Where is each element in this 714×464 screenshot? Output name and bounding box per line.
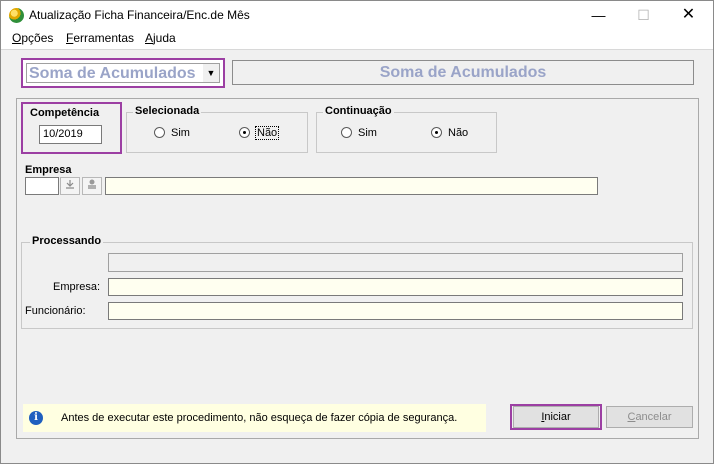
selecionada-nao-label: Não [254,126,280,140]
competencia-value: 10/2019 [43,128,83,140]
continuacao-nao-radio[interactable]: Não [431,127,468,139]
cancelar-button[interactable]: Cancelar [606,406,693,428]
processando-empresa-label: Empresa: [53,281,101,293]
window-title: Atualização Ficha Financeira/Enc.de Mês [29,8,250,22]
procedure-title-box: Soma de Acumulados [232,60,694,85]
radio-off-icon [341,127,352,138]
iniciar-button[interactable]: Iniciar [513,406,599,428]
radio-off-icon [154,127,165,138]
empresa-name-field[interactable] [105,177,598,195]
menu-ajuda-label: juda [153,31,176,45]
menu-opcoes[interactable]: Opções [12,31,53,45]
processando-group: Processando Empresa: Funcionário: [21,235,693,329]
menu-opcoes-accel: O [12,31,22,45]
competencia-label: Competência [30,107,100,119]
download-icon[interactable] [60,177,80,195]
processando-funcionario-label: Funcionário: [25,305,86,317]
info-icon: i [29,411,43,425]
radio-on-icon [239,127,250,138]
processando-empresa-field [108,278,683,296]
info-message: Antes de executar este procedimento, não… [61,412,458,424]
minimize-button[interactable]: — [576,1,621,29]
processando-funcionario-field [108,302,683,320]
chevron-down-icon[interactable]: ▼ [203,64,219,82]
info-bar: i Antes de executar este procedimento, n… [23,404,486,432]
selecionada-sim-label: Sim [171,127,190,139]
menu-ferramentas[interactable]: Ferramentas [66,31,134,45]
app-icon [9,8,24,23]
selecionada-nao-radio[interactable]: Não [239,126,280,140]
empresa-buttons [60,177,106,195]
continuacao-sim-label: Sim [358,127,377,139]
procedure-combo-value: Soma de Acumulados [29,65,196,82]
progress-bar [108,253,683,272]
maximize-button[interactable]: ☐ [621,1,666,29]
menu-divider [1,49,713,50]
iniciar-label: niciar [544,411,571,423]
procedure-combo[interactable]: Soma de Acumulados ▼ [26,63,220,83]
menu-ajuda-accel: A [145,31,154,45]
menu-bar: Opções Ferramentas Ajuda [1,29,713,49]
download-icon-glyph [66,180,74,189]
menu-opcoes-label: pções [21,31,54,45]
close-button[interactable]: ✕ [666,1,711,29]
search-person-icon-glyph [88,179,96,189]
menu-ajuda[interactable]: Ajuda [145,31,176,45]
continuacao-label: Continuação [323,105,394,117]
menu-ferramentas-label: erramentas [73,31,135,45]
competencia-input[interactable]: 10/2019 [39,125,102,144]
search-person-icon[interactable] [82,177,102,195]
continuacao-nao-label: Não [448,127,469,139]
title-bar: Atualização Ficha Financeira/Enc.de Mês … [1,1,713,29]
processando-label: Processando [30,235,104,247]
cancelar-label: ancelar [635,411,672,423]
selecionada-sim-radio[interactable]: Sim [154,127,190,139]
selecionada-group: Selecionada Sim Não [126,105,308,153]
selecionada-label: Selecionada [133,105,202,117]
radio-on-icon [431,127,442,138]
empresa-label: Empresa [25,164,72,176]
empresa-code-input[interactable] [25,177,59,195]
continuacao-group: Continuação Sim Não [316,105,497,153]
combo-highlight: Soma de Acumulados ▼ [21,58,225,88]
procedure-title: Soma de Acumulados [379,64,547,81]
continuacao-sim-radio[interactable]: Sim [341,127,377,139]
main-window: Atualização Ficha Financeira/Enc.de Mês … [0,0,714,464]
main-panel: Competência 10/2019 Selecionada Sim Não … [16,98,699,439]
